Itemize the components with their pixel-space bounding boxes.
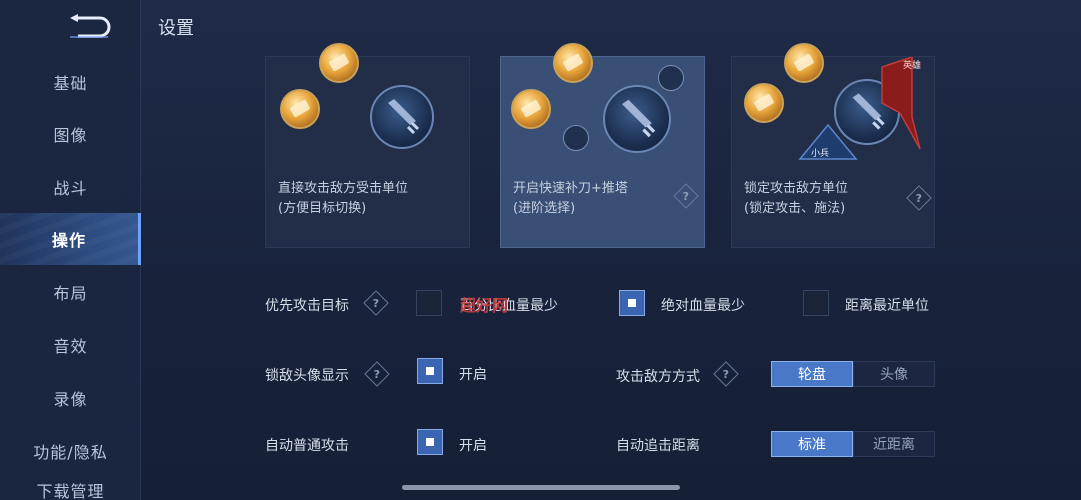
sidebar-item-label: 下载管理: [36, 482, 105, 500]
help-glyph: ?: [372, 296, 380, 310]
help-glyph: ?: [682, 189, 690, 203]
sidebar-item-label: 功能/隐私: [33, 443, 108, 462]
sidebar-item-basic[interactable]: 基础: [0, 56, 141, 108]
attack-mode-card-lock-target[interactable]: 英雄 小兵 锁定攻击敌方单位 (锁定攻击、施法) ?: [731, 43, 935, 248]
help-glyph: ?: [722, 367, 730, 381]
auto-chase-toggle: 标准 近距离: [771, 431, 935, 457]
nearest-unit-checkbox[interactable]: [803, 290, 829, 316]
mode-title: 开启快速补刀+推塔: [513, 181, 628, 196]
skill-orb-icon: [280, 89, 320, 129]
sidebar-item-downloads[interactable]: 下载管理: [0, 478, 141, 500]
attack-method-label: 攻击敌方方式: [616, 369, 700, 385]
skill-orb-icon: [784, 43, 824, 83]
tower-icon: [563, 125, 589, 151]
sidebar-item-controls[interactable]: 操作: [0, 213, 141, 265]
back-arrow-icon[interactable]: [64, 12, 116, 40]
help-icon[interactable]: ?: [363, 290, 389, 316]
help-glyph: ?: [915, 191, 923, 205]
attack-mode-card-quick-lasthit[interactable]: 开启快速补刀+推塔 (进阶选择) ?: [500, 43, 705, 248]
sidebar-item-label: 基础: [53, 74, 88, 93]
percent-hp-checkbox[interactable]: [416, 290, 442, 316]
skill-orb-icon: [744, 83, 784, 123]
sidebar-item-sound[interactable]: 音效: [0, 319, 141, 371]
sidebar-item-label: 图像: [53, 126, 88, 145]
minion-badge: 小兵: [811, 149, 830, 159]
absolute-hp-label: 绝对血量最少: [661, 298, 745, 314]
attack-method-avatar-option[interactable]: 头像: [853, 361, 935, 387]
auto-attack-option: 开启: [459, 438, 487, 454]
sidebar: 基础 图像 战斗 操作 布局 音效 录像 功能/隐私 下载管理: [0, 0, 141, 500]
sidebar-item-privacy[interactable]: 功能/隐私: [0, 425, 141, 477]
help-glyph: ?: [373, 367, 381, 381]
auto-attack-checkbox[interactable]: [417, 429, 443, 455]
skill-orb-icon: [319, 43, 359, 83]
lock-avatar-label: 锁敌头像显示: [265, 368, 349, 384]
lock-avatar-checkbox[interactable]: [417, 358, 443, 384]
auto-chase-close-option[interactable]: 近距离: [853, 431, 935, 457]
attack-method-toggle: 轮盘 头像: [771, 361, 935, 387]
nearest-unit-label: 距离最近单位: [845, 298, 929, 314]
watermark: 超好网: [460, 296, 509, 315]
sidebar-item-label: 战斗: [53, 179, 88, 198]
attack-method-wheel-option[interactable]: 轮盘: [771, 361, 853, 387]
mode-subtitle: (方便目标切换): [278, 201, 367, 216]
sidebar-item-combat[interactable]: 战斗: [0, 161, 141, 213]
sword-attack-icon: [603, 85, 671, 153]
sword-attack-icon: [370, 85, 434, 149]
attack-mode-card-direct[interactable]: 直接攻击敌方受击单位 (方便目标切换): [265, 43, 470, 248]
absolute-hp-checkbox[interactable]: [619, 290, 645, 316]
skill-orb-icon: [511, 89, 551, 129]
home-indicator[interactable]: [402, 485, 680, 490]
help-icon[interactable]: ?: [364, 361, 390, 387]
priority-target-label: 优先攻击目标: [265, 298, 349, 314]
help-icon[interactable]: ?: [906, 185, 932, 211]
auto-attack-label: 自动普通攻击: [265, 438, 349, 454]
hero-badge: 英雄: [903, 61, 922, 71]
sidebar-item-label: 操作: [51, 231, 86, 250]
sidebar-item-label: 音效: [53, 337, 88, 356]
auto-chase-label: 自动追击距离: [616, 438, 700, 454]
help-icon[interactable]: ?: [673, 183, 699, 209]
skill-orb-icon: [553, 43, 593, 83]
auto-chase-standard-option[interactable]: 标准: [771, 431, 853, 457]
mode-title: 直接攻击敌方受击单位: [278, 181, 409, 196]
help-icon[interactable]: ?: [713, 361, 739, 387]
sidebar-item-replay[interactable]: 录像: [0, 372, 141, 424]
sidebar-item-label: 布局: [53, 284, 88, 303]
sidebar-item-layout[interactable]: 布局: [0, 266, 141, 318]
mode-title: 锁定攻击敌方单位: [744, 181, 849, 196]
sidebar-item-label: 录像: [53, 390, 88, 409]
mode-subtitle: (进阶选择): [513, 201, 576, 216]
lock-avatar-option: 开启: [459, 367, 487, 383]
mode-subtitle: (锁定攻击、施法): [744, 201, 846, 216]
sidebar-item-graphics[interactable]: 图像: [0, 108, 141, 160]
page-title: 设置: [158, 18, 194, 39]
